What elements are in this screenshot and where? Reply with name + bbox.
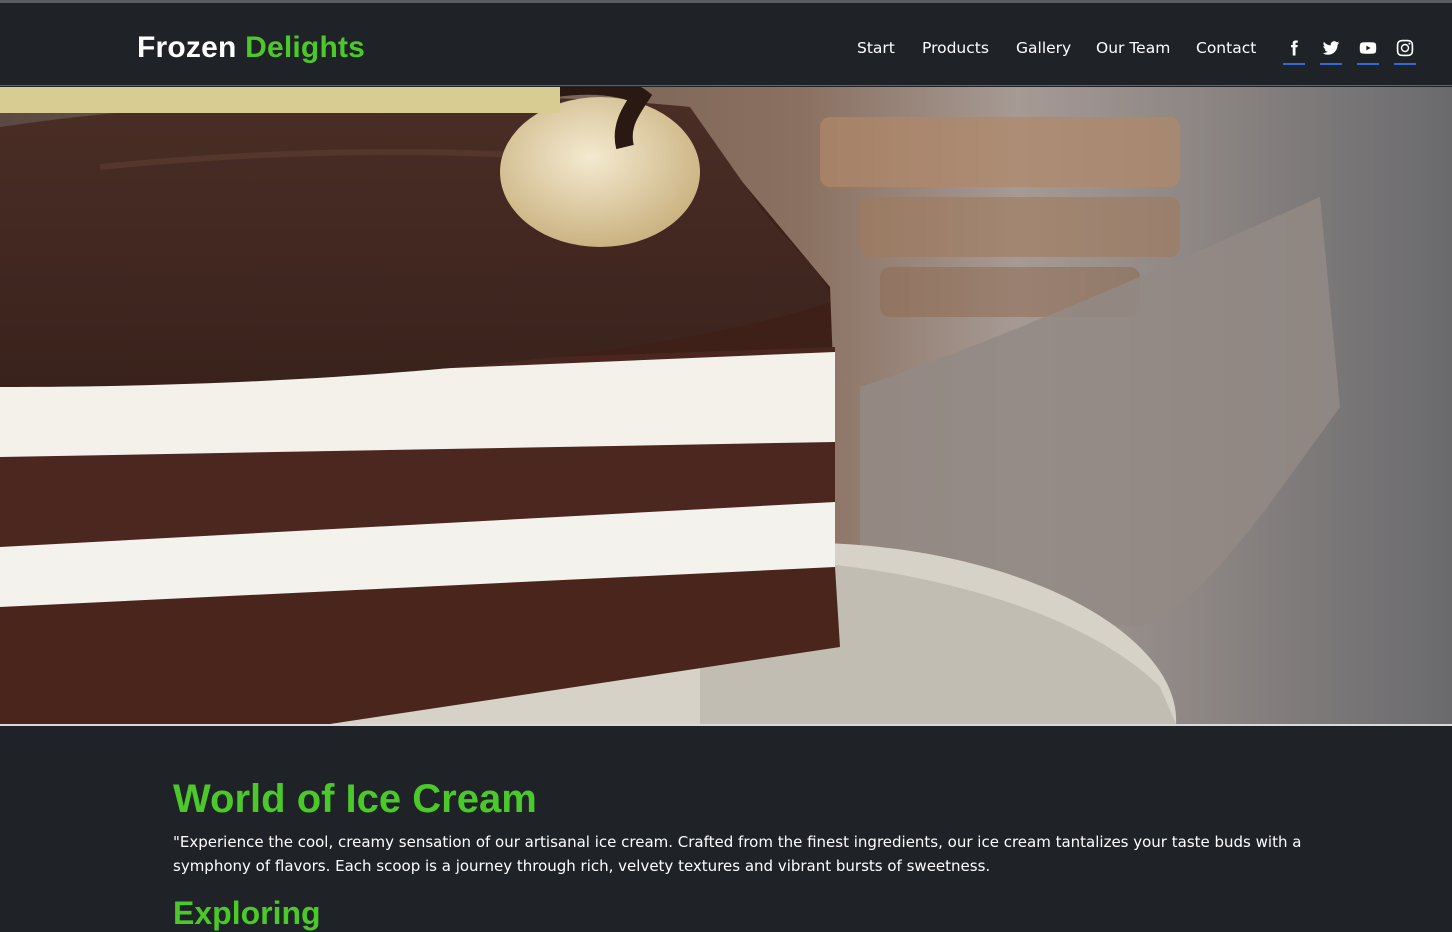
facebook-icon [1291, 40, 1298, 56]
brand-logo[interactable]: Frozen Delights [137, 31, 365, 65]
nav-item-products[interactable]: Products [922, 39, 989, 57]
brand-name-accent: Delights [245, 31, 366, 64]
intro-section: World of Ice Cream "Experience the cool,… [173, 776, 1403, 932]
nav-item-start[interactable]: Start [857, 39, 895, 57]
hero-image [0, 87, 1452, 724]
next-section-heading: Exploring [173, 895, 321, 931]
site-header: Frozen Delights Start Products Gallery O… [0, 3, 1452, 86]
instagram-icon [1396, 39, 1414, 57]
nav-item-our-team[interactable]: Our Team [1096, 39, 1170, 57]
twitter-link[interactable] [1320, 39, 1342, 65]
cake-illustration [0, 87, 1452, 724]
hero-bottom-border [0, 724, 1452, 726]
section-title: World of Ice Cream [173, 777, 537, 821]
section-description: "Experience the cool, creamy sensation o… [173, 833, 1302, 875]
youtube-icon [1359, 42, 1377, 54]
brand-name-main: Frozen [137, 31, 237, 64]
nav-item-contact[interactable]: Contact [1196, 39, 1256, 57]
youtube-link[interactable] [1357, 39, 1379, 65]
facebook-link[interactable] [1283, 39, 1305, 65]
nav-item-gallery[interactable]: Gallery [1016, 39, 1071, 57]
instagram-link[interactable] [1394, 39, 1416, 65]
twitter-icon [1322, 41, 1340, 55]
